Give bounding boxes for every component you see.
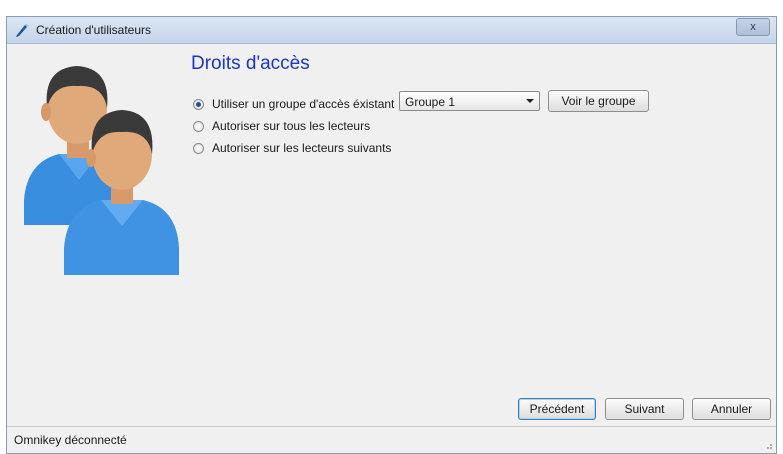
status-text: Omnikey déconnecté: [14, 433, 127, 447]
close-icon: x: [750, 21, 756, 33]
radio-button[interactable]: [193, 98, 204, 110]
radio-all-readers[interactable]: Autoriser sur tous les lecteurs: [193, 118, 370, 134]
view-group-button[interactable]: Voir le groupe: [548, 90, 649, 112]
title-bar[interactable]: Création d'utilisateurs x: [7, 17, 776, 44]
radio-label: Autoriser sur tous les lecteurs: [212, 119, 371, 133]
close-button[interactable]: x: [736, 18, 770, 36]
users-icon: [24, 66, 179, 275]
resize-grip-icon[interactable]: [763, 440, 773, 450]
dialog-window: Création d'utilisateurs x Droits d'accès…: [6, 16, 777, 454]
window-title: Création d'utilisateurs: [36, 23, 152, 37]
radio-button[interactable]: [193, 120, 204, 132]
radio-button[interactable]: [193, 142, 204, 154]
chevron-down-icon[interactable]: [526, 99, 534, 103]
radio-following-readers[interactable]: Autoriser sur les lecteurs suivants: [193, 140, 391, 156]
section-title: Droits d'accès: [191, 53, 310, 74]
previous-button[interactable]: Précédent: [518, 398, 596, 420]
status-bar: Omnikey déconnecté: [7, 426, 776, 453]
group-select[interactable]: Groupe 1: [399, 91, 540, 111]
content-area: Droits d'accès Utiliser un groupe d'accè…: [7, 44, 776, 426]
next-button[interactable]: Suivant: [605, 398, 684, 420]
pen-icon: [16, 23, 29, 37]
radio-existing-group[interactable]: Utiliser un groupe d'accès éxistant: [193, 96, 394, 112]
group-select-value: Groupe 1: [405, 95, 456, 109]
radio-label: Autoriser sur les lecteurs suivants: [212, 141, 392, 155]
cancel-button[interactable]: Annuler: [692, 398, 771, 420]
radio-label: Utiliser un groupe d'accès éxistant: [212, 97, 395, 111]
